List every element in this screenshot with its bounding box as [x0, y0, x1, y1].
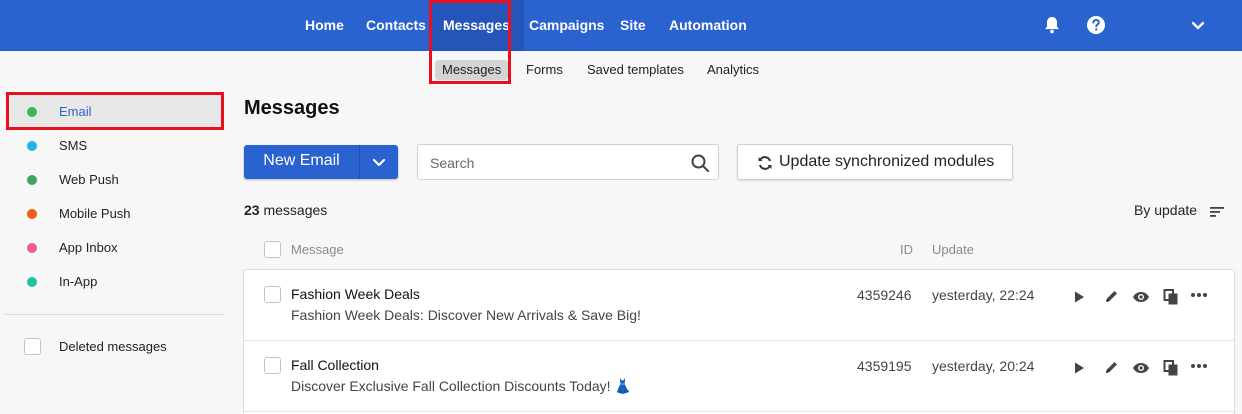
chevron-down-icon[interactable]	[1187, 14, 1209, 36]
row-checkbox[interactable]	[264, 357, 281, 374]
sidebar-item-mobile-push[interactable]: Mobile Push	[8, 196, 222, 232]
sync-button-label: Update synchronized modules	[779, 153, 995, 170]
sidebar-item-sms[interactable]: SMS	[8, 128, 222, 164]
nav-campaigns[interactable]: Campaigns	[529, 0, 604, 51]
table-row[interactable]: Fall Collection Discover Exclusive Fall …	[244, 341, 1234, 412]
sync-icon	[757, 155, 773, 171]
subnav-messages[interactable]: Messages	[435, 60, 509, 80]
table-row[interactable]: Fashion Week Deals Fashion Week Deals: D…	[244, 270, 1234, 341]
nav-home[interactable]: Home	[305, 0, 344, 51]
new-email-dropdown-button[interactable]	[360, 145, 398, 179]
sidebar-item-app-inbox[interactable]: App Inbox	[8, 230, 222, 266]
message-count: 23 messages	[244, 202, 327, 218]
sms-status-dot	[27, 141, 37, 151]
email-status-dot	[27, 107, 37, 117]
web-push-status-dot	[27, 175, 37, 185]
search-icon[interactable]	[690, 153, 710, 173]
message-count-number: 23	[244, 202, 260, 218]
bell-icon[interactable]	[1041, 14, 1063, 36]
sidebar-item-deleted[interactable]: Deleted messages	[8, 329, 222, 365]
preview-icon[interactable]	[1132, 288, 1150, 306]
sidebar-divider	[4, 314, 224, 315]
message-title[interactable]: Fall Collection	[291, 357, 379, 373]
sort-label: By update	[1134, 202, 1198, 218]
message-updated: yesterday, 22:24	[932, 287, 1035, 303]
column-header-message[interactable]: Message	[291, 242, 344, 257]
nav-contacts[interactable]: Contacts	[366, 0, 426, 51]
more-icon[interactable]	[1190, 288, 1208, 306]
select-all-checkbox[interactable]	[264, 241, 281, 258]
play-icon[interactable]	[1070, 288, 1088, 306]
message-description: Discover Exclusive Fall Collection Disco…	[291, 378, 632, 394]
message-description: Fashion Week Deals: Discover New Arrival…	[291, 307, 641, 323]
sort-icon	[1210, 205, 1224, 217]
message-count-suffix: messages	[259, 202, 328, 218]
page-title: Messages	[244, 97, 340, 119]
nav-messages[interactable]: Messages	[429, 0, 524, 51]
column-header-id[interactable]: ID	[900, 242, 913, 257]
app-inbox-status-dot	[27, 243, 37, 253]
column-header-update[interactable]: Update	[932, 242, 974, 257]
row-checkbox[interactable]	[264, 286, 281, 303]
update-synchronized-modules-button[interactable]: Update synchronized modules	[737, 144, 1013, 180]
nav-automation[interactable]: Automation	[669, 0, 747, 51]
more-icon[interactable]	[1190, 359, 1208, 377]
play-icon[interactable]	[1070, 359, 1088, 377]
new-email-button-group: New Email	[244, 145, 398, 179]
subnav-forms[interactable]: Forms	[526, 60, 563, 80]
search-box	[417, 144, 719, 180]
edit-icon[interactable]	[1102, 359, 1120, 377]
message-id: 4359246	[857, 287, 912, 303]
mobile-push-status-dot	[27, 209, 37, 219]
sidebar-item-label: App Inbox	[59, 240, 118, 255]
message-id: 4359195	[857, 358, 912, 374]
subnav-saved-templates[interactable]: Saved templates	[587, 60, 684, 80]
sidebar-item-in-app[interactable]: In-App	[8, 264, 222, 300]
copy-icon[interactable]	[1162, 288, 1180, 306]
sidebar-item-label: Email	[59, 104, 92, 119]
search-input[interactable]	[430, 153, 680, 173]
sidebar-item-email[interactable]: Email	[8, 94, 222, 130]
subnav-analytics[interactable]: Analytics	[707, 60, 759, 80]
new-email-button[interactable]: New Email	[244, 145, 359, 179]
chevron-down-icon	[372, 158, 386, 167]
sidebar-item-label: Web Push	[59, 172, 119, 187]
copy-icon[interactable]	[1162, 359, 1180, 377]
message-updated: yesterday, 20:24	[932, 358, 1035, 374]
message-title[interactable]: Fashion Week Deals	[291, 286, 420, 302]
sidebar-item-web-push[interactable]: Web Push	[8, 162, 222, 198]
sidebar-item-label: In-App	[59, 274, 98, 289]
preview-icon[interactable]	[1132, 359, 1150, 377]
sidebar-item-label: Mobile Push	[59, 206, 131, 221]
in-app-status-dot	[27, 277, 37, 287]
nav-site[interactable]: Site	[620, 0, 646, 51]
deleted-messages-checkbox[interactable]	[24, 338, 41, 355]
sidebar-item-label: Deleted messages	[59, 339, 167, 354]
sidebar-item-label: SMS	[59, 138, 88, 153]
edit-icon[interactable]	[1102, 288, 1120, 306]
messages-table: Fashion Week Deals Fashion Week Deals: D…	[243, 269, 1235, 414]
help-icon[interactable]	[1085, 14, 1107, 36]
top-navbar: Home Contacts Messages Campaigns Site Au…	[0, 0, 1242, 51]
